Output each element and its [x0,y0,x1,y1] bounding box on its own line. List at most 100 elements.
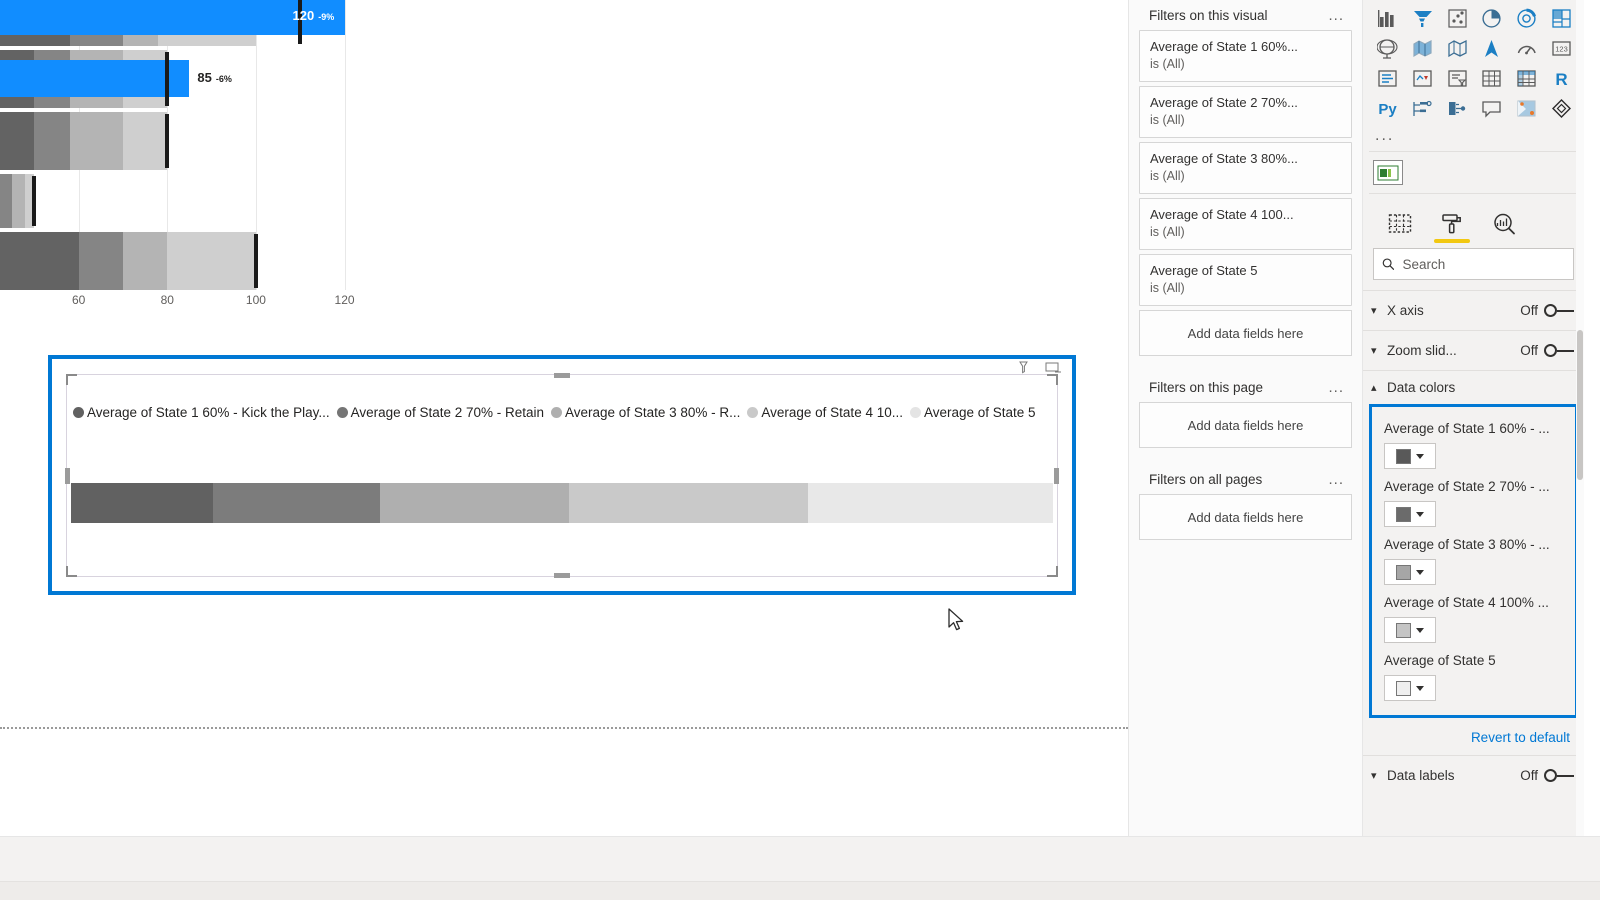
zoom-slider-toggle[interactable]: Off [1520,343,1574,358]
funnel-chart-icon[interactable] [1407,4,1438,33]
data-labels-toggle-switch[interactable] [1544,769,1574,782]
resize-handle-middle-left[interactable] [65,467,70,484]
format-pane-scrollbar[interactable] [1576,0,1584,836]
legend-item[interactable]: Average of State 3 80% - R... [551,405,740,420]
chevron-down-icon [1416,685,1424,691]
bullet-chart-visual[interactable]: 120 -9% 85 -6% 60 80 100 120 [0,0,380,328]
format-tab[interactable] [1434,208,1470,243]
filled-map-icon[interactable] [1407,34,1438,63]
bullet-row[interactable] [0,174,380,228]
color-picker-button[interactable] [1384,559,1436,585]
r-script-icon[interactable]: R [1546,64,1577,93]
resize-handle-middle-right[interactable] [1054,467,1059,484]
x-axis-toggle-switch[interactable] [1544,304,1574,317]
filter-card[interactable]: Average of State 4 100... is (All) [1139,198,1352,250]
selected-stacked-bar-visual[interactable]: Average of State 1 60% - Kick the Play..… [48,355,1076,595]
stacked-bar-series[interactable] [71,483,1053,523]
filter-card[interactable]: Average of State 2 70%... is (All) [1139,86,1352,138]
analytics-tab[interactable] [1489,208,1519,240]
arcgis-map-icon[interactable] [1476,34,1507,63]
stacked-bar-segment[interactable] [380,483,569,523]
filter-card[interactable]: Average of State 1 60%... is (All) [1139,30,1352,82]
format-search-box[interactable] [1373,248,1574,280]
stacked-bar-selected-icon[interactable] [1373,160,1403,185]
legend-item[interactable]: Average of State 2 70% - Retain [336,405,544,420]
filters-page-more-button[interactable]: ... [1328,379,1344,396]
bullet-row[interactable]: 120 -9% [0,0,380,46]
treemap-icon[interactable] [1546,4,1577,33]
visual-header-icons[interactable] [1018,361,1062,374]
filter-card[interactable]: Average of State 5 is (All) [1139,254,1352,306]
format-search-input[interactable] [1402,256,1565,272]
stacked-bar-segment[interactable] [71,483,214,523]
legend-item[interactable]: Average of State 1 60% - Kick the Play..… [73,405,330,420]
report-canvas[interactable]: 120 -9% 85 -6% 60 80 100 120 Average of … [0,0,1128,836]
filters-allpages-more-button[interactable]: ... [1328,471,1344,488]
resize-handle-bottom-left[interactable] [66,566,77,577]
visual-content-frame: Average of State 1 60% - Kick the Play..… [65,373,1059,578]
stacked-bar-segment[interactable] [213,483,381,523]
revert-to-default-link[interactable]: Revert to default [1363,718,1584,755]
visual-filters-drop-zone[interactable]: Add data fields here [1139,310,1352,356]
format-section-data-colors[interactable]: ▴ Data colors [1363,370,1584,404]
paginated-report-icon[interactable] [1511,94,1542,123]
x-axis-toggle[interactable]: Off [1520,303,1574,318]
format-section-data-labels[interactable]: ▾ Data labels Off [1363,755,1584,795]
zoom-slider-toggle-switch[interactable] [1544,344,1574,357]
resize-handle-bottom-right[interactable] [1047,566,1058,577]
color-picker-button[interactable] [1384,501,1436,527]
visualization-type-gallery[interactable]: 123 R Py [1363,0,1584,125]
legend-item[interactable]: Average of State 5 [909,405,1036,420]
slicer-icon[interactable] [1442,64,1473,93]
filters-pane[interactable]: Filters on this visual ... Average of St… [1128,0,1362,836]
legend-item[interactable]: Average of State 4 10... [747,405,903,420]
resize-handle-bottom-center[interactable] [554,573,570,578]
card-icon[interactable]: 123 [1546,34,1577,63]
scatter-chart-icon[interactable] [1442,4,1473,33]
filters-visual-more-button[interactable]: ... [1328,7,1344,24]
resize-handle-top-right[interactable] [1047,374,1058,385]
qna-icon[interactable] [1476,94,1507,123]
key-influencers-icon[interactable] [1442,94,1473,123]
pie-chart-icon[interactable] [1476,4,1507,33]
color-picker-button[interactable] [1384,675,1436,701]
format-section-x-axis[interactable]: ▾ X axis Off [1363,290,1584,330]
color-picker-button[interactable] [1384,617,1436,643]
filter-icon[interactable] [1018,361,1029,374]
bullet-row[interactable]: 85 -6% [0,50,380,108]
visualizations-pane[interactable]: 123 R Py ... Search ▾ X axis Off ▾ Zoom … [1362,0,1584,836]
decomposition-tree-icon[interactable] [1407,94,1438,123]
shape-map-icon[interactable] [1442,34,1473,63]
filter-card[interactable]: Average of State 3 80%... is (All) [1139,142,1352,194]
stacked-bar-segment[interactable] [568,483,809,523]
resize-handle-top-center[interactable] [554,373,570,378]
gauge-chart-icon[interactable] [1511,34,1542,63]
power-apps-icon[interactable] [1546,94,1577,123]
color-picker-button[interactable] [1384,443,1436,469]
bullet-measure-bar[interactable] [0,60,190,97]
fields-tab[interactable] [1385,208,1415,240]
data-colors-list[interactable]: Average of State 1 60% - ... Average of S… [1369,404,1578,718]
page-filters-drop-zone[interactable]: Add data fields here [1139,402,1352,448]
donut-chart-icon[interactable] [1511,4,1542,33]
bullet-row[interactable] [0,112,380,170]
stacked-bar-segment[interactable] [808,483,1053,523]
python-script-icon[interactable]: Py [1372,94,1403,123]
format-pane-scroll-thumb[interactable] [1577,330,1583,480]
data-color-series-name: Average of State 1 60% - ... [1384,421,1550,436]
focus-mode-icon[interactable] [1045,361,1062,374]
globe-map-icon[interactable] [1372,34,1403,63]
format-section-zoom-slider[interactable]: ▾ Zoom slid... Off [1363,330,1584,370]
multi-row-card-icon[interactable] [1372,64,1403,93]
table-icon[interactable] [1476,64,1507,93]
stacked-bar-chart-icon[interactable] [1372,4,1403,33]
visual-legend[interactable]: Average of State 1 60% - Kick the Play..… [73,402,1051,422]
bullet-row[interactable] [0,232,380,290]
allpages-filters-drop-zone[interactable]: Add data fields here [1139,494,1352,540]
visualization-gallery-more-button[interactable]: ... [1363,125,1584,149]
format-pane-tabs[interactable] [1363,196,1584,243]
matrix-icon[interactable] [1511,64,1542,93]
resize-handle-top-left[interactable] [66,374,77,385]
kpi-icon[interactable] [1407,64,1438,93]
data-labels-toggle[interactable]: Off [1520,768,1574,783]
